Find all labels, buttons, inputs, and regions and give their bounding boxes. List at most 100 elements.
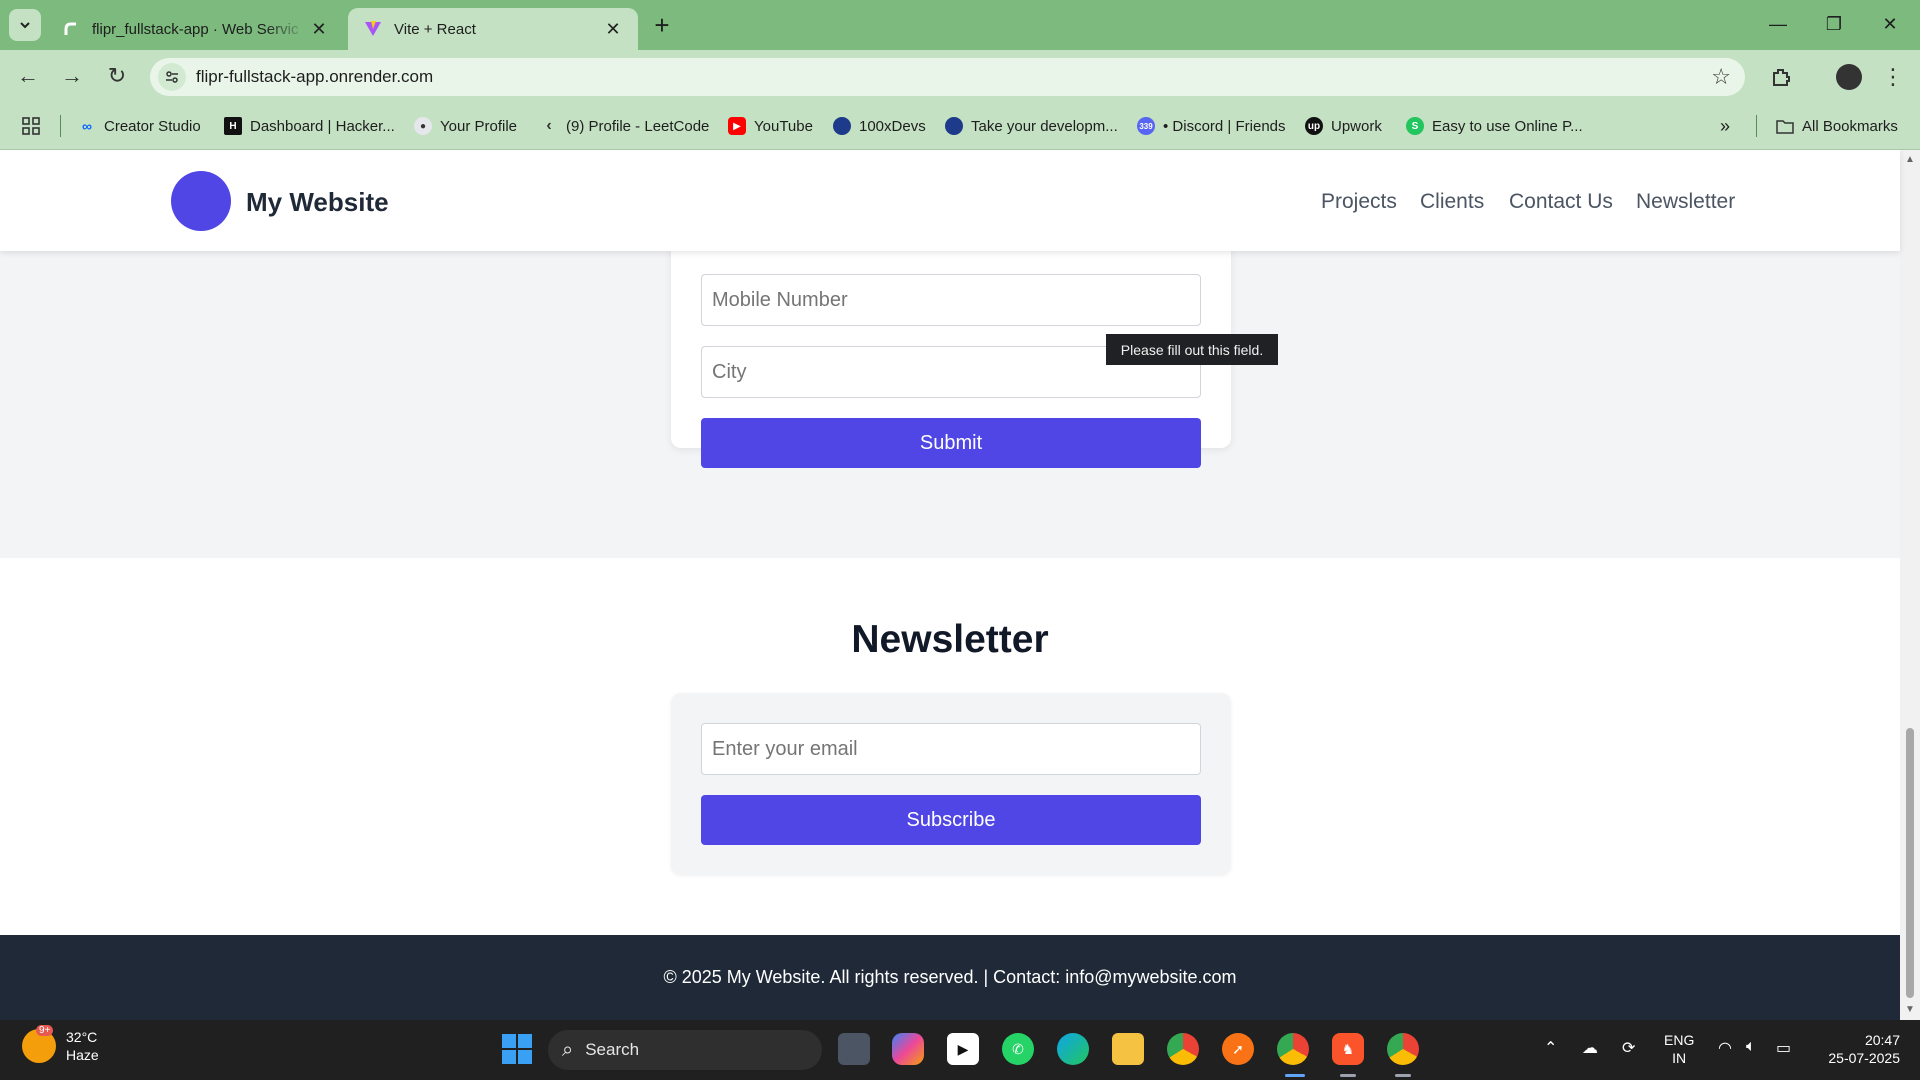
mobile-number-input[interactable]: [701, 274, 1201, 326]
search-label: Search: [585, 1040, 640, 1059]
upwork-icon: up: [1305, 117, 1323, 135]
bookmark-online-p[interactable]: S Easy to use Online P...: [1406, 114, 1583, 138]
bookmark-label: Dashboard | Hacker...: [250, 117, 395, 135]
bookmark-label: Your Profile: [440, 117, 517, 135]
validation-tooltip: Please fill out this field.: [1106, 334, 1278, 365]
avatar-icon: [945, 117, 963, 135]
browser-menu-icon[interactable]: ⋮: [1878, 62, 1908, 92]
close-tab-icon[interactable]: ✕: [602, 18, 624, 40]
back-button[interactable]: ←: [12, 60, 44, 92]
more-bookmarks-icon[interactable]: »: [1720, 114, 1730, 138]
lang-region: IN: [1672, 1050, 1687, 1066]
tab-search-button[interactable]: [9, 9, 41, 41]
bookmark-star-icon[interactable]: ☆: [1711, 64, 1731, 90]
search-icon: ⌕: [562, 1038, 574, 1061]
apps-grid-icon[interactable]: [22, 114, 40, 138]
postman-icon[interactable]: ➚: [1222, 1033, 1254, 1065]
bookmark-100xdevs[interactable]: 100xDevs: [833, 114, 926, 138]
bookmark-label: • Discord | Friends: [1163, 117, 1286, 135]
sync-icon[interactable]: ⟳: [1622, 1038, 1635, 1058]
all-bookmarks-button[interactable]: All Bookmarks: [1776, 114, 1898, 138]
close-window-button[interactable]: ✕: [1862, 0, 1918, 48]
tab-title: Vite + React: [394, 20, 476, 38]
windows-start-icon[interactable]: [502, 1034, 532, 1064]
bookmark-discord[interactable]: 339 • Discord | Friends: [1137, 114, 1286, 138]
weather-desc: Haze: [66, 1047, 99, 1063]
bookmark-take-your-development[interactable]: Take your developm...: [945, 114, 1118, 138]
profile-avatar[interactable]: [1834, 62, 1864, 92]
weather-widget[interactable]: 9+ 32°C Haze: [22, 1025, 99, 1064]
footer-text: © 2025 My Website. All rights reserved. …: [663, 967, 1237, 987]
bookmark-label: (9) Profile - LeetCode: [566, 117, 710, 135]
address-bar[interactable]: flipr-fullstack-app.onrender.com ☆: [150, 58, 1745, 96]
file-explorer-icon[interactable]: [1112, 1033, 1144, 1065]
nav-clients[interactable]: Clients: [1420, 190, 1484, 214]
bookmark-label: YouTube: [754, 117, 813, 135]
github-icon: ●: [414, 117, 432, 135]
battery-icon[interactable]: ▭: [1776, 1038, 1791, 1058]
scroll-down-arrow-icon[interactable]: ▼: [1905, 1004, 1915, 1015]
youtube-app-icon[interactable]: ▶: [947, 1033, 979, 1065]
scrollbar-thumb[interactable]: [1906, 728, 1914, 998]
lang-code: ENG: [1664, 1032, 1695, 1048]
vite-favicon-icon: [364, 20, 382, 38]
whatsapp-icon[interactable]: ✆: [1002, 1033, 1034, 1065]
scroll-up-arrow-icon[interactable]: ▲: [1905, 154, 1915, 165]
meta-icon: ∞: [82, 118, 92, 134]
windows-taskbar: 9+ 32°C Haze ⌕ Search ▶ ✆ ➚ ♞ ⌃ ☁ ⟳ ENG …: [0, 1020, 1920, 1080]
site-brand[interactable]: My Website: [246, 187, 389, 218]
chrome-icon[interactable]: [1167, 1033, 1199, 1065]
s-icon: S: [1406, 117, 1424, 135]
site-logo[interactable]: [171, 171, 231, 231]
tab-title: flipr_fullstack-app · Web Servic: [92, 20, 299, 38]
language-indicator[interactable]: ENG IN: [1664, 1031, 1694, 1067]
avatar-icon: [833, 117, 851, 135]
hackerrank-icon: H: [224, 117, 242, 135]
close-tab-icon[interactable]: ✕: [308, 18, 330, 40]
email-input[interactable]: [701, 723, 1201, 775]
nav-newsletter[interactable]: Newsletter: [1636, 190, 1735, 214]
bookmark-creator-studio[interactable]: ∞ Creator Studio: [78, 114, 201, 138]
bookmark-youtube[interactable]: ▶ YouTube: [728, 114, 813, 138]
bookmark-upwork[interactable]: up Upwork: [1305, 114, 1382, 138]
newsletter-heading: Newsletter: [851, 618, 1049, 661]
browser-tab-strip: flipr_fullstack-app · Web Servic ✕ Vite …: [0, 0, 1920, 50]
restore-button[interactable]: ❐: [1806, 0, 1862, 48]
clock-time: 20:47: [1864, 1032, 1900, 1048]
tray-overflow-icon[interactable]: ⌃: [1544, 1038, 1557, 1058]
bookmark-label: Upwork: [1331, 117, 1382, 135]
subscribe-button[interactable]: Subscribe: [701, 795, 1201, 845]
url-text[interactable]: flipr-fullstack-app.onrender.com: [196, 67, 433, 87]
browser-tab-vite[interactable]: Vite + React ✕: [348, 8, 638, 50]
chrome-profile-icon[interactable]: [1277, 1033, 1309, 1065]
bookmark-leetcode[interactable]: ‹ (9) Profile - LeetCode: [540, 114, 709, 138]
volume-icon[interactable]: 🔈︎: [1746, 1038, 1756, 1056]
taskbar-search[interactable]: ⌕ Search: [548, 1030, 822, 1070]
onedrive-icon[interactable]: ☁: [1582, 1038, 1598, 1058]
bookmark-hackerrank[interactable]: H Dashboard | Hacker...: [224, 114, 395, 138]
chrome-alt-icon[interactable]: [1387, 1033, 1419, 1065]
copilot-icon[interactable]: [892, 1033, 924, 1065]
forward-button[interactable]: →: [56, 60, 88, 92]
nav-projects[interactable]: Projects: [1321, 190, 1397, 214]
browser-tab-render[interactable]: flipr_fullstack-app · Web Servic ✕: [46, 8, 344, 50]
minimize-button[interactable]: —: [1750, 0, 1806, 48]
bookmark-github[interactable]: ● Your Profile: [414, 114, 517, 138]
leetcode-icon: ‹: [546, 117, 552, 134]
edge-icon[interactable]: [1057, 1033, 1089, 1065]
extensions-icon[interactable]: [1766, 62, 1796, 92]
nav-contact-us[interactable]: Contact Us: [1509, 190, 1613, 214]
system-clock[interactable]: 20:47 25-07-2025: [1818, 1031, 1900, 1067]
bookmarks-bar: ∞ Creator Studio H Dashboard | Hacker... ●…: [0, 101, 1920, 150]
new-tab-button[interactable]: +: [648, 12, 676, 40]
wifi-icon[interactable]: ◠: [1718, 1038, 1732, 1058]
submit-button[interactable]: Submit: [701, 418, 1201, 468]
page-scrollbar[interactable]: ▲ ▼: [1900, 150, 1920, 1020]
site-info-icon[interactable]: [158, 63, 186, 91]
divider: [1756, 115, 1757, 137]
bookmark-label: Easy to use Online P...: [1432, 117, 1583, 135]
task-view-icon[interactable]: [838, 1033, 870, 1065]
reload-button[interactable]: ↻: [101, 60, 133, 92]
brave-icon[interactable]: ♞: [1332, 1033, 1364, 1065]
site-footer: © 2025 My Website. All rights reserved. …: [0, 935, 1900, 1020]
